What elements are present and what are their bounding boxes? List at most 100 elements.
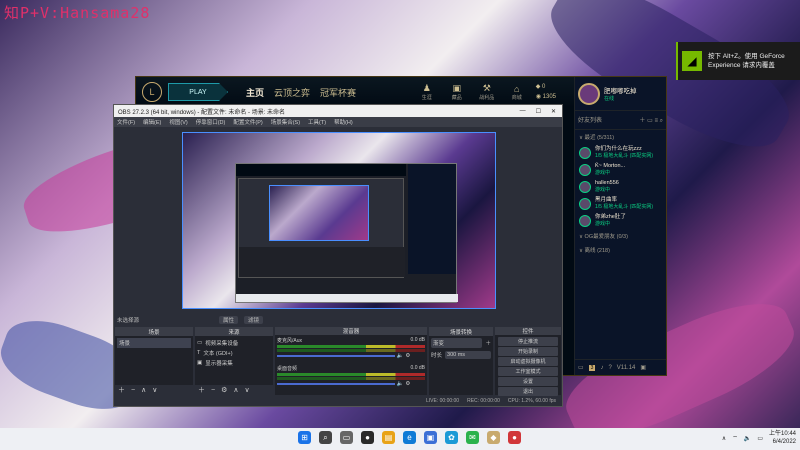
menu-tools[interactable]: 工具(T) [308,118,326,126]
nav-clash[interactable]: 冠军杯赛 [320,86,356,99]
menu-docks[interactable]: 停靠窗口(D) [196,118,226,126]
close-icon[interactable]: ✕ [551,108,556,115]
obs-icon[interactable]: ● [361,431,374,444]
menu-view[interactable]: 视图(V) [169,118,187,126]
menu-scene-collection[interactable]: 场景集合(S) [271,118,300,126]
controls-body: 停止推流 开始录制 启动虚拟摄像机 工作室模式 设置 退出 [495,335,561,398]
friend-avatar [579,214,591,227]
gear-icon[interactable]: ⚙ [221,386,227,394]
move-down-icon[interactable]: ∨ [152,386,157,394]
currency-display[interactable]: ◆ 0 ◉ 1305 [536,82,556,102]
maximize-icon[interactable]: ☐ [536,108,541,115]
volume-slider[interactable] [277,355,396,357]
obs-title-text: OBS 27.2.3 (64 bit, windows) - 配置文件: 未命名… [118,109,286,116]
monitor-icon: ▣ [197,360,203,366]
mic-icon[interactable]: ♪ [600,365,603,371]
friend-status: 游戏中 [595,187,611,193]
store-icon[interactable]: ⌂ 商城 [506,84,528,101]
duration-input[interactable]: 300 ms [445,351,491,359]
geforce-text-line2: Experience 请求内覆盖 [708,62,775,69]
notification-icon[interactable]: ▣ [640,364,646,371]
obs-preview-canvas[interactable] [182,132,496,309]
add-icon[interactable]: ＋ [118,385,125,395]
chat-icon[interactable]: ▭ [578,364,584,371]
lol-icon[interactable]: ◆ [487,431,500,444]
mission-badge[interactable]: 3 [588,364,596,371]
group-offline[interactable]: ∨ 离线 (218) [575,243,666,257]
search-icon[interactable]: ⌕ [319,431,332,444]
stop-streaming-button[interactable]: 停止推流 [498,337,558,346]
geforce-notification[interactable]: ◢ 按下 Alt+Z。使用 GeForce Experience 请求内覆盖 [676,42,800,80]
move-down-icon[interactable]: ∨ [245,386,250,394]
folder-icon[interactable]: ▭ [647,118,653,124]
settings-button[interactable]: 设置 [498,377,558,386]
rp-value: 0 [542,84,546,90]
menu-help[interactable]: 帮助(H) [334,118,353,126]
add-friend-icon[interactable]: ＋ [639,118,645,124]
wechat-icon[interactable]: ✉ [466,431,479,444]
group-recent[interactable]: ∨ 最近 (5/311) [575,130,666,144]
minimize-icon[interactable]: — [520,108,526,115]
filters-button[interactable]: 滤镜 [244,316,264,324]
search-icon[interactable]: ⌕ [660,118,663,124]
nav-home[interactable]: 主页 [246,86,264,99]
battery-icon[interactable]: ▭ [757,435,763,442]
gear-icon[interactable]: ⚙ [405,353,410,359]
list-item[interactable]: ▣ 显示器采集 [197,358,271,368]
menu-profile[interactable]: 配置文件(P) [233,118,262,126]
remove-icon[interactable]: − [211,387,215,394]
sort-icon[interactable]: ≡ [654,118,658,124]
move-up-icon[interactable]: ∧ [141,386,146,394]
start-virtual-camera-button[interactable]: 启动虚拟摄像机 [498,357,558,366]
file-explorer-icon[interactable]: ▤ [382,431,395,444]
store-app-icon[interactable]: ▣ [424,431,437,444]
friend-item[interactable]: 黑月曲率 1/5 极地大乱斗 (匹配实网) [575,195,666,212]
menu-file[interactable]: 文件(F) [117,118,135,126]
help-icon[interactable]: ? [608,365,611,371]
summoner-status[interactable]: 在线 [604,95,637,102]
transition-select[interactable]: 渐变 [431,338,483,348]
list-item[interactable]: T 文本 (GDI+) [197,348,271,358]
play-button[interactable]: PLAY [168,83,228,101]
friend-item[interactable]: 你弟zhe肚了 游戏中 [575,212,666,229]
chevron-up-icon[interactable]: ∧ [722,435,726,442]
preview-toolbar: 未选择源 属性 滤镜 [114,315,562,325]
mixer-channel-name: 麦克风/Aux [277,338,303,344]
properties-button[interactable]: 属性 [219,316,239,324]
gear-icon[interactable]: ⚙ [405,381,410,387]
clock[interactable]: 上午10:44 6/4/2022 [769,430,796,446]
riot-icon[interactable]: ● [508,431,521,444]
friend-item[interactable]: 你们为什么在玩zzz 1/5 极地大乱斗 (匹配实网) [575,144,666,161]
profile-icon[interactable]: ♟ 生涯 [416,83,438,101]
add-icon[interactable]: ＋ [485,339,491,347]
studio-mode-button[interactable]: 工作室模式 [498,367,558,376]
nav-tft[interactable]: 云顶之弈 [274,86,310,99]
menu-edit[interactable]: 编辑(E) [143,118,161,126]
remove-icon[interactable]: − [131,387,135,394]
scenes-dock-header: 场景 [115,327,193,336]
volume-icon[interactable]: 🔈 [744,435,751,442]
list-item[interactable]: ▭ 视频采集设备 [197,338,271,348]
summoner-profile[interactable]: 肥嘟嘟吃掉 在线 [575,77,666,111]
volume-slider[interactable] [277,383,396,385]
speaker-icon[interactable]: 🔈 [397,381,404,387]
task-view-icon[interactable]: ▭ [340,431,353,444]
lol-logo-icon[interactable]: L [142,82,162,102]
friend-item[interactable]: Ǩ~ Morton... 游戏中 [575,161,666,178]
friend-name: Ǩ~ Morton... [595,163,626,169]
list-item[interactable]: 场景 [117,338,191,348]
add-icon[interactable]: ＋ [198,385,205,395]
speaker-icon[interactable]: 🔈 [397,353,404,359]
group-og[interactable]: ∨ OG最爱朋友 (0/3) [575,229,666,243]
avatar[interactable] [578,82,600,105]
start-recording-button[interactable]: 开始录制 [498,347,558,356]
move-up-icon[interactable]: ∧ [233,386,238,394]
photos-icon[interactable]: ✿ [445,431,458,444]
loot-icon[interactable]: ⚒ 战利品 [476,83,498,101]
network-icon[interactable]: ⌔ [732,434,738,442]
exit-button[interactable]: 退出 [498,387,558,396]
collection-icon[interactable]: ▣ 藏品 [446,83,468,101]
friend-item[interactable]: hallen556 游戏中 [575,178,666,195]
edge-icon[interactable]: e [403,431,416,444]
windows-start-icon[interactable]: ⊞ [298,431,311,444]
